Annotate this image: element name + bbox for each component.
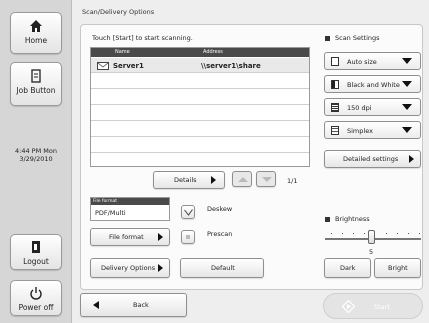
clock-date: 3/29/2010 — [19, 155, 53, 163]
brightness-value: 5 — [369, 248, 374, 256]
chevron-right-icon — [409, 155, 414, 163]
logout-button[interactable]: Logout — [10, 234, 62, 270]
page-indicator: 1/1 — [287, 177, 298, 185]
col-address-header: Address — [203, 49, 223, 55]
slider-tick — [408, 233, 409, 234]
row-address: \\server1\share — [201, 62, 261, 70]
sides-dropdown[interactable]: Simplex — [324, 121, 421, 139]
bright-label: Bright — [388, 264, 408, 272]
table-row[interactable] — [91, 90, 309, 105]
simplex-icon — [331, 126, 339, 135]
chevron-right-icon — [211, 176, 216, 184]
arrow-left-icon — [93, 301, 99, 309]
color-value: Black and White — [347, 81, 400, 89]
deskew-label: Deskew — [207, 205, 233, 213]
slider-tick — [331, 233, 332, 234]
chevron-right-icon — [158, 233, 163, 241]
power-off-button[interactable]: Power off — [10, 280, 62, 316]
destination-table: Name Address Server1 \\server1\share — [90, 47, 310, 167]
start-label: Start — [374, 303, 390, 311]
page-title: Scan/Delivery Options — [82, 8, 155, 16]
slider-tick — [364, 233, 365, 234]
job-button[interactable]: Job Button — [10, 62, 62, 106]
back-button[interactable]: Back — [80, 293, 187, 317]
chevron-down-icon — [402, 81, 412, 87]
file-format-caption: File format — [91, 198, 169, 205]
mail-icon — [97, 62, 109, 70]
sides-value: Simplex — [347, 127, 373, 135]
chevron-right-icon — [158, 264, 163, 272]
table-row[interactable] — [91, 154, 309, 169]
arrow-up-icon — [238, 177, 248, 182]
resolution-icon — [331, 103, 339, 112]
row-name: Server1 — [113, 62, 144, 70]
brightness-slider-thumb[interactable] — [368, 230, 375, 244]
dark-button[interactable]: Dark — [324, 258, 371, 278]
slider-tick — [386, 233, 387, 234]
home-label: Home — [24, 36, 48, 45]
table-row[interactable] — [91, 122, 309, 137]
logout-icon — [32, 241, 40, 253]
detailed-settings-button[interactable]: Detailed settings — [324, 150, 421, 168]
slider-tick — [342, 233, 343, 234]
check-icon — [184, 209, 193, 216]
start-icon — [342, 300, 355, 313]
color-dropdown[interactable]: Black and White — [324, 75, 421, 93]
default-label: Default — [211, 264, 235, 272]
page-size-icon — [331, 57, 339, 66]
job-icon — [31, 69, 41, 83]
brightness-heading: Brightness — [325, 215, 370, 223]
size-dropdown[interactable]: Auto size — [324, 52, 421, 70]
resolution-value: 150 dpi — [347, 104, 372, 112]
details-button[interactable]: Details — [153, 171, 225, 189]
size-value: Auto size — [347, 58, 377, 66]
dark-label: Dark — [340, 264, 356, 272]
job-button-label: Job Button — [16, 86, 56, 95]
bright-button[interactable]: Bright — [374, 258, 421, 278]
power-off-label: Power off — [18, 303, 54, 312]
slider-tick — [419, 233, 420, 234]
start-button[interactable]: Start — [323, 293, 423, 319]
resolution-dropdown[interactable]: 150 dpi — [324, 98, 421, 116]
delivery-options-label: Delivery Options — [101, 264, 156, 272]
slider-tick — [353, 233, 354, 234]
arrow-down-icon — [262, 177, 272, 182]
default-button[interactable]: Default — [180, 258, 264, 278]
col-name-header: Name — [115, 49, 130, 55]
page-up-button[interactable] — [232, 171, 252, 187]
file-format-button-label: File format — [109, 233, 144, 241]
sidebar: Home Job Button 4:44 PM Mon 3/29/2010 Lo… — [0, 0, 72, 323]
instruction-text: Touch [Start] to start scanning. — [92, 34, 193, 42]
table-row[interactable]: Server1 \\server1\share — [91, 58, 309, 73]
prescan-label: Prescan — [207, 230, 233, 238]
home-button[interactable]: Home — [10, 12, 62, 54]
prescan-checkbox[interactable] — [181, 230, 195, 244]
delivery-options-button[interactable]: Delivery Options — [90, 258, 170, 278]
home-icon — [30, 20, 42, 32]
slider-tick — [397, 233, 398, 234]
table-row[interactable] — [91, 138, 309, 153]
scan-settings-heading: Scan Settings — [325, 34, 380, 42]
table-header: Name Address — [91, 48, 309, 57]
file-format-box: File format PDF/Multi — [90, 197, 170, 221]
power-icon — [30, 287, 42, 300]
chevron-down-icon — [402, 104, 412, 110]
deskew-checkbox[interactable] — [181, 205, 195, 219]
table-row[interactable] — [91, 74, 309, 89]
logout-label: Logout — [23, 257, 49, 266]
color-mode-icon — [331, 80, 339, 89]
detailed-settings-label: Detailed settings — [343, 155, 399, 163]
page-down-button[interactable] — [256, 171, 276, 187]
back-label: Back — [133, 301, 149, 309]
file-format-button[interactable]: File format — [90, 228, 170, 246]
chevron-down-icon — [402, 58, 412, 64]
file-format-value: PDF/Multi — [95, 209, 126, 217]
chevron-down-icon — [402, 127, 412, 133]
table-row[interactable] — [91, 106, 309, 121]
details-label: Details — [174, 176, 197, 184]
unchecked-mark-icon — [186, 235, 190, 239]
